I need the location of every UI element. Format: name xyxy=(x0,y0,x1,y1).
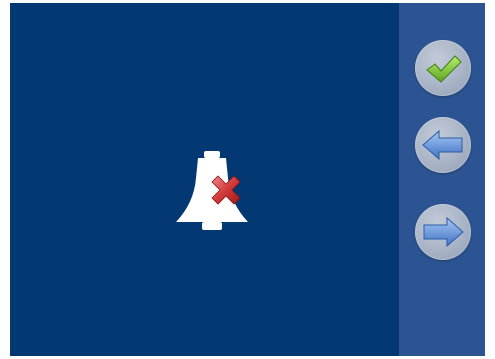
device-frame xyxy=(0,0,495,359)
bell-body xyxy=(176,158,248,222)
bell-muted-svg xyxy=(176,151,248,230)
side-panel xyxy=(399,3,485,356)
forward-button[interactable] xyxy=(415,204,471,260)
arrow-left-icon xyxy=(422,129,463,161)
bell-cap xyxy=(204,151,220,158)
bell-clapper xyxy=(202,222,222,230)
confirm-button[interactable] xyxy=(415,40,471,96)
checkmark-icon xyxy=(426,55,462,83)
screen xyxy=(10,3,485,356)
arrow-right-icon xyxy=(423,216,464,248)
main-content xyxy=(10,3,399,356)
arrow-right-shape xyxy=(423,216,464,248)
checkmark-shape xyxy=(426,55,462,83)
back-button[interactable] xyxy=(415,117,471,173)
arrow-left-shape xyxy=(422,129,463,161)
bell-muted-icon xyxy=(168,148,258,238)
